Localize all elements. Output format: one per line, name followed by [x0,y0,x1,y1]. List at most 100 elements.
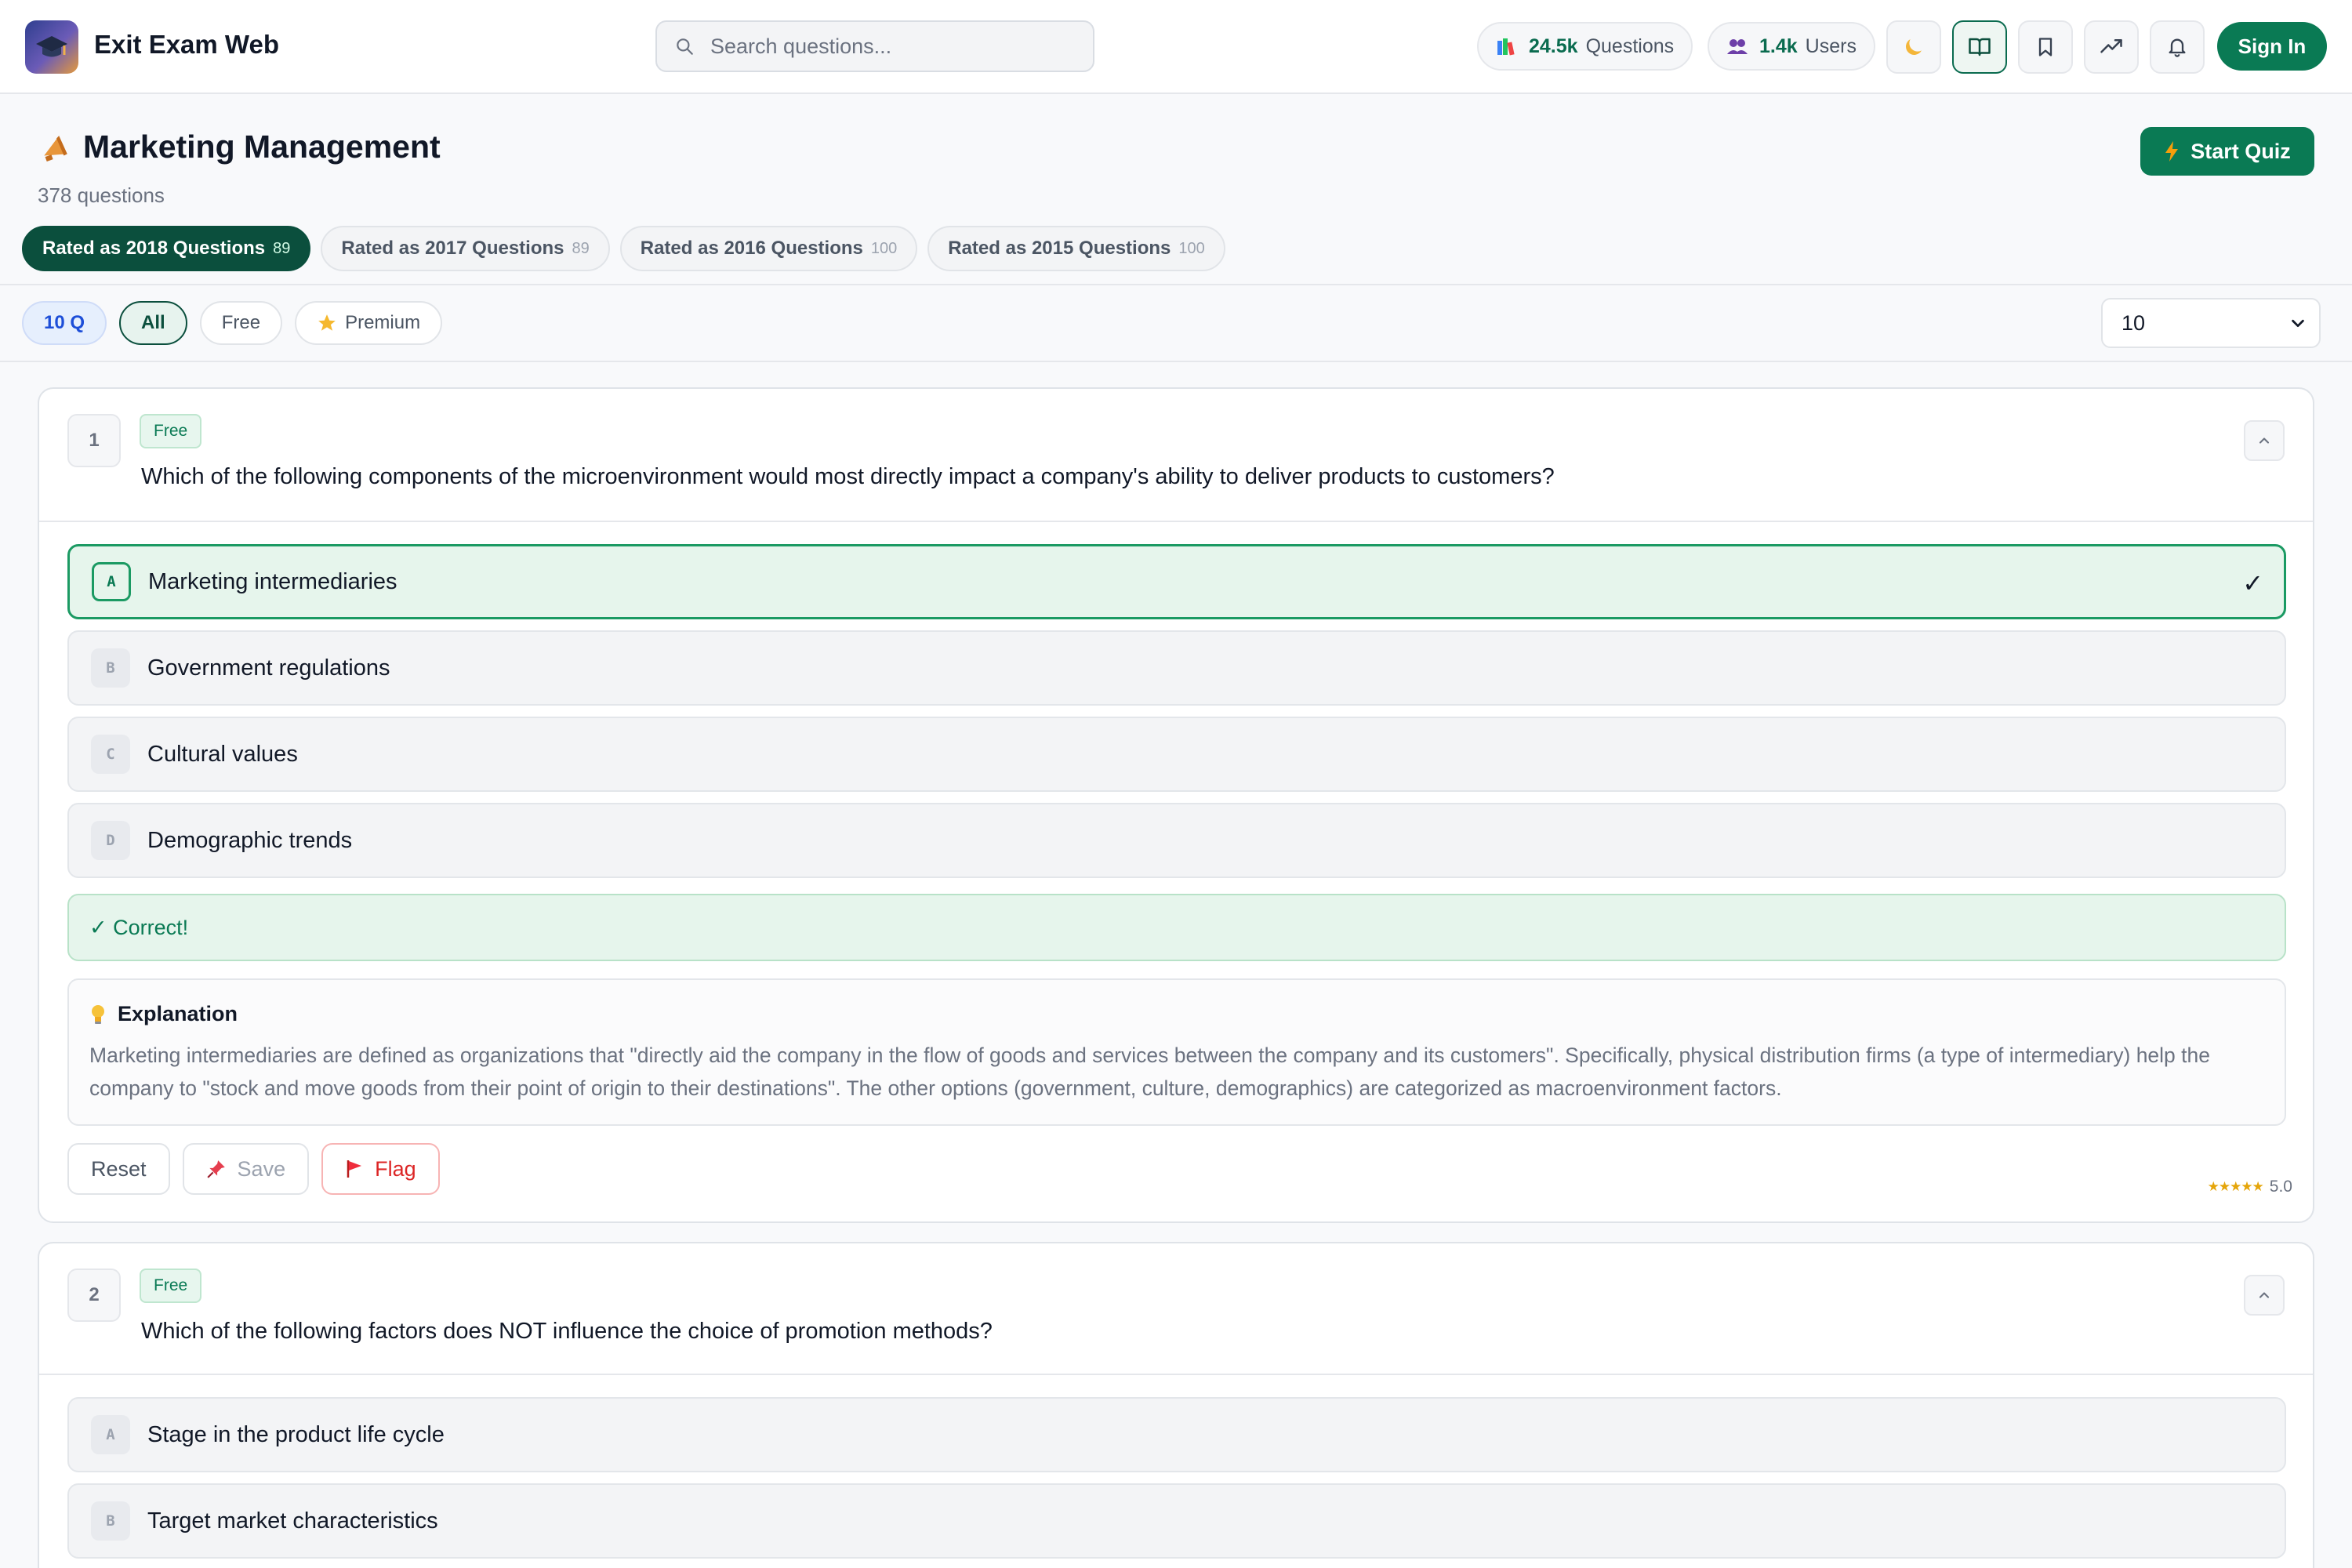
chevron-up-icon [2259,1292,2270,1298]
tab-count: 89 [572,239,590,257]
correct-feedback: ✓ Correct! [67,894,2286,961]
option-letter: C [91,735,130,774]
option-letter: B [91,1501,130,1541]
bell-icon [2169,38,2186,57]
questions-stat-label: Questions [1585,34,1675,57]
option-letter: D [91,821,130,860]
study-mode-button[interactable] [1952,20,2007,74]
question-card: 2 Free Which of the following factors do… [38,1242,2314,1568]
filter-bar: 10 Q All Free Premium [22,301,443,345]
option-letter: A [92,562,131,601]
rating-value: 5.0 [2269,1178,2292,1196]
year-tabs: Rated as 2018 Questions 89 Rated as 2017… [22,226,1225,271]
page-title: Marketing Management [83,129,441,165]
search-box[interactable] [655,20,1094,72]
collapse-button[interactable] [2244,1275,2285,1316]
reset-button[interactable]: Reset [67,1143,170,1195]
option-text: Stage in the product life cycle [147,1421,445,1447]
tab-count: 100 [1178,239,1205,257]
lightbulb-icon [92,1004,104,1024]
rating-stars: ★★★★★ [2207,1179,2264,1194]
question-divider [39,1374,2313,1375]
option-b[interactable]: B Target market characteristics [67,1483,2286,1559]
free-badge: Free [140,414,202,448]
filter-premium[interactable]: Premium [295,301,443,345]
question-actions: Reset Save Flag [67,1143,440,1195]
tab-2016[interactable]: Rated as 2016 Questions 100 [619,226,918,271]
free-badge: Free [140,1269,202,1303]
flag-label: Flag [375,1156,416,1181]
sign-in-button[interactable]: Sign In [2217,22,2327,71]
questions-stat: 24.5k Questions [1477,22,1693,71]
question-text: Which of the following factors does NOT … [141,1319,993,1344]
per-page-select[interactable]: 10 [2101,298,2321,348]
trending-up-icon [2100,39,2122,53]
question-count-chip[interactable]: 10 Q [22,301,107,345]
filter-all[interactable]: All [119,301,187,345]
option-text: Demographic trends [147,827,353,853]
chevron-down-icon [2292,319,2304,328]
option-text: Marketing intermediaries [148,568,397,594]
tab-label: Rated as 2017 Questions [341,238,564,259]
flag-button[interactable]: Flag [321,1143,440,1195]
explanation-heading: Explanation [89,1002,2264,1026]
notifications-button[interactable] [2150,20,2205,74]
reset-label: Reset [91,1156,147,1181]
bookmark-icon [2038,38,2053,56]
filter-divider [0,361,2352,362]
option-text: Government regulations [147,655,390,681]
open-book-icon [1969,38,1991,56]
top-navbar: Exit Exam Web 24.5k Questions 1.4k Users [0,0,2352,94]
option-letter: B [91,648,130,688]
save-button[interactable]: Save [182,1143,310,1195]
question-text: Which of the following components of the… [141,464,1555,489]
tab-2018[interactable]: Rated as 2018 Questions 89 [22,226,311,271]
chevron-up-icon [2259,437,2270,444]
question-number: 1 [67,414,121,467]
tab-label: Rated as 2015 Questions [948,238,1171,259]
search-input[interactable] [710,34,1071,59]
app-logo[interactable] [25,20,78,74]
tab-label: Rated as 2016 Questions [640,238,863,259]
explanation-text: Marketing intermediaries are defined as … [89,1044,2210,1100]
flag-icon [347,1160,362,1178]
users-stat: 1.4k Users [1708,22,1875,71]
checkmark-icon: ✓ [2242,569,2263,597]
explanation-title: Explanation [118,1002,238,1025]
users-stat-value: 1.4k [1759,34,1798,57]
bookmarks-button[interactable] [2018,20,2073,74]
question-divider [39,521,2313,522]
search-icon [677,38,693,55]
megaphone-icon [44,135,67,162]
tab-2017[interactable]: Rated as 2017 Questions 89 [321,226,610,271]
start-quiz-button[interactable]: Start Quiz [2140,127,2314,176]
users-stat-label: Users [1805,34,1857,57]
question-count: 378 questions [38,183,165,207]
tab-2015[interactable]: Rated as 2015 Questions 100 [927,226,1225,271]
question-rating: ★★★★★ 5.0 [2208,1178,2292,1196]
lightning-icon [2165,141,2179,162]
option-text: Target market characteristics [147,1508,438,1534]
option-a[interactable]: A Stage in the product life cycle [67,1397,2286,1472]
option-b[interactable]: B Government regulations [67,630,2286,706]
option-text: Cultural values [147,741,298,767]
option-d[interactable]: D Demographic trends [67,803,2286,878]
tab-count: 100 [870,239,898,257]
books-icon [1497,38,1515,56]
progress-button[interactable] [2084,20,2139,74]
save-label: Save [237,1156,286,1181]
option-c[interactable]: C Cultural values [67,717,2286,792]
section-divider [0,284,2352,285]
start-quiz-label: Start Quiz [2190,139,2291,163]
per-page-value: 10 [2122,310,2146,335]
collapse-button[interactable] [2244,420,2285,461]
filter-free[interactable]: Free [199,301,283,345]
questions-stat-value: 24.5k [1529,34,1578,57]
app-name[interactable]: Exit Exam Web [94,30,279,60]
dark-mode-toggle[interactable] [1886,20,1941,74]
pushpin-icon [206,1160,225,1178]
option-a[interactable]: A Marketing intermediaries ✓ [67,544,2286,619]
page-heading: Marketing Management [39,129,441,165]
star-icon [318,314,336,331]
question-number: 2 [67,1269,121,1322]
